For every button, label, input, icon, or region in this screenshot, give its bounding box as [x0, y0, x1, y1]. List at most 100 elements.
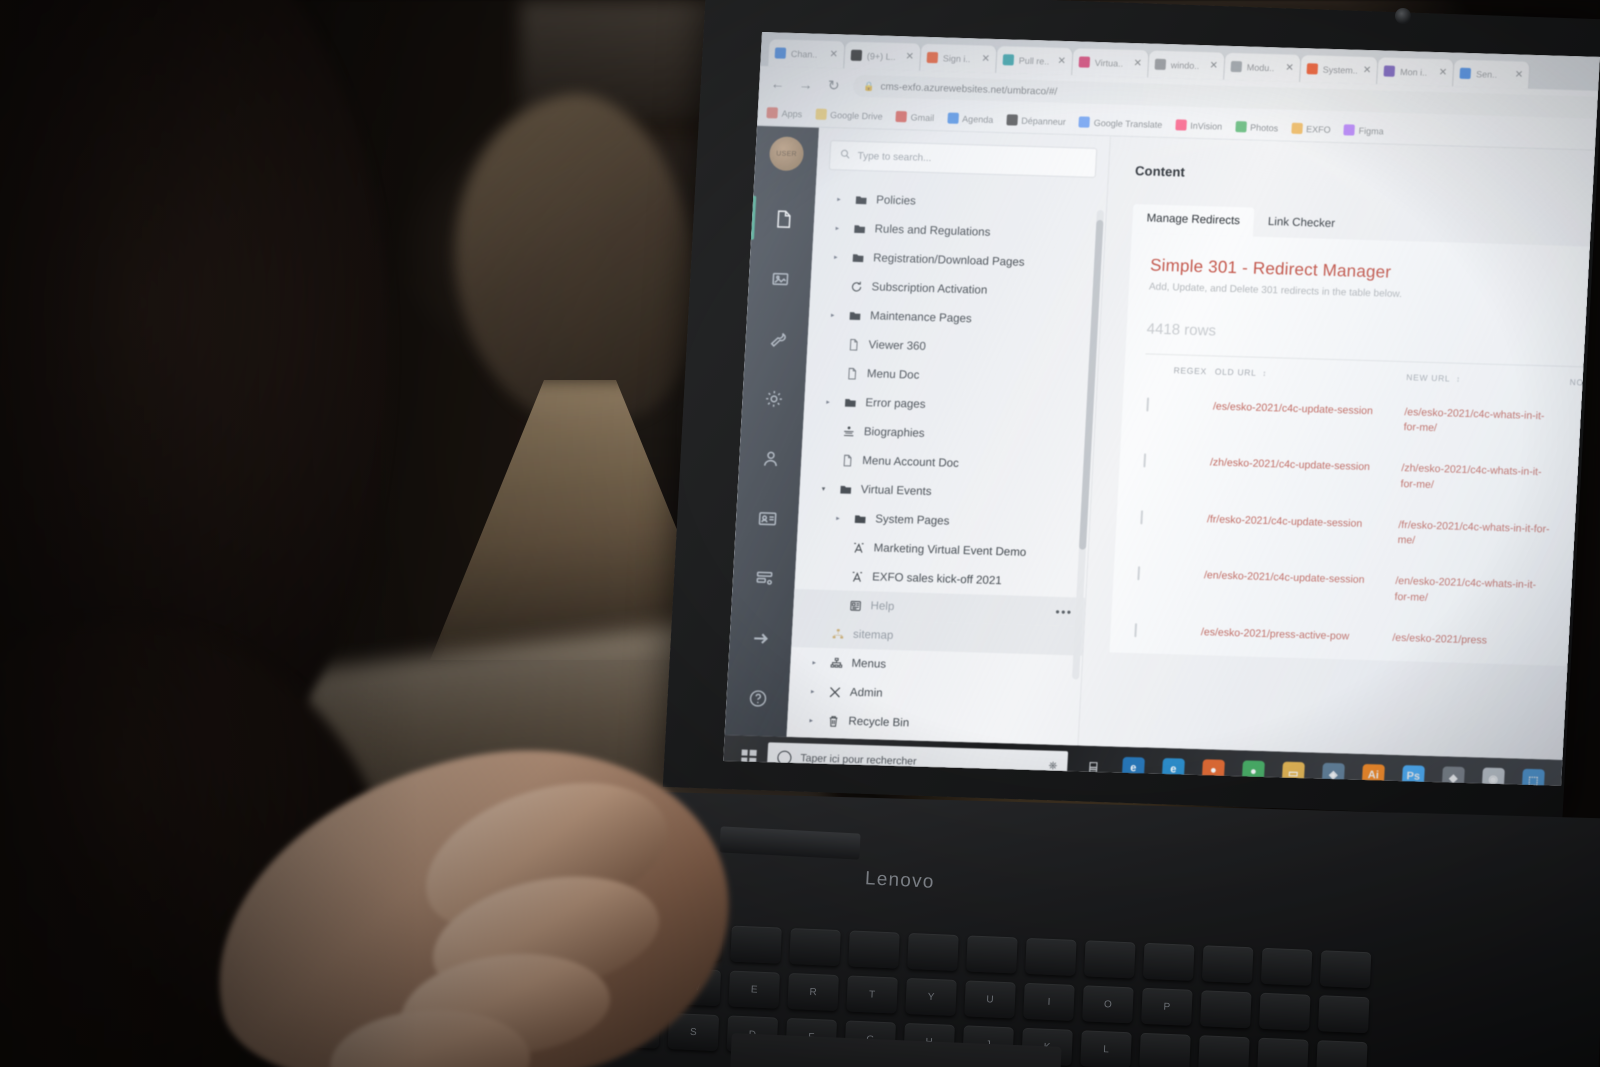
content-tab[interactable]: Manage Redirects: [1131, 204, 1255, 237]
keyboard-key[interactable]: [848, 930, 900, 969]
content-tab[interactable]: Link Checker: [1253, 208, 1350, 240]
row-checkbox-cell[interactable]: [1141, 384, 1169, 441]
members-icon[interactable]: [735, 487, 800, 549]
browser-tab[interactable]: Mon i.. ✕: [1377, 57, 1455, 87]
browser-tab[interactable]: Chan.. ✕: [768, 39, 846, 69]
keyboard-key[interactable]: U: [964, 980, 1016, 1019]
content-icon[interactable]: [751, 188, 816, 250]
browser-tab[interactable]: System.. ✕: [1300, 55, 1379, 85]
bookmark-item[interactable]: Gmail: [895, 110, 935, 123]
keyboard-key[interactable]: E: [728, 970, 780, 1009]
keyboard-key[interactable]: [1198, 1035, 1250, 1067]
bookmark-item[interactable]: Google Drive: [814, 108, 883, 122]
keyboard-key[interactable]: [1317, 995, 1370, 1034]
tab-close-icon[interactable]: ✕: [981, 54, 990, 65]
bookmark-item[interactable]: Dépanneur: [1005, 114, 1066, 127]
tree-node-options-icon[interactable]: •••: [1055, 604, 1073, 618]
xd-icon[interactable]: ◆: [1432, 756, 1474, 786]
tree-node-caret-icon[interactable]: ▸: [837, 195, 845, 203]
users-icon[interactable]: [738, 427, 803, 489]
tree-node-caret-icon[interactable]: ▾: [822, 484, 830, 492]
browser-tab[interactable]: windo.. ✕: [1148, 50, 1226, 80]
media-icon[interactable]: [747, 248, 812, 310]
keyboard-key[interactable]: [1200, 990, 1252, 1029]
keyboard-key[interactable]: [730, 925, 782, 964]
browser-tab[interactable]: Pull re.. ✕: [996, 45, 1074, 76]
keyboard-key[interactable]: [1319, 950, 1372, 989]
tab-close-icon[interactable]: ✕: [1439, 67, 1448, 78]
keyboard-key[interactable]: [1260, 947, 1313, 986]
help-icon[interactable]: [725, 667, 790, 729]
search-input[interactable]: Type to search...: [828, 140, 1098, 178]
tree-node-caret-icon[interactable]: ▸: [834, 253, 842, 261]
col-new-url[interactable]: NEW URL ↕: [1401, 361, 1567, 397]
row-checkbox-cell[interactable]: [1138, 441, 1166, 498]
forward-button[interactable]: →: [797, 76, 815, 93]
col-regex[interactable]: REGEX: [1168, 354, 1212, 387]
avatar[interactable]: USER: [768, 136, 805, 172]
keyboard-key[interactable]: [1257, 1037, 1309, 1067]
bookmark-item[interactable]: InVision: [1175, 119, 1222, 131]
bookmark-item[interactable]: Photos: [1234, 121, 1279, 133]
keyboard-key[interactable]: Y: [905, 977, 957, 1016]
browser-tab[interactable]: Virtua.. ✕: [1072, 48, 1150, 78]
vscode-icon[interactable]: ⬚: [1512, 758, 1554, 786]
tab-close-icon[interactable]: ✕: [1133, 58, 1142, 69]
browser-tab[interactable]: Modu.. ✕: [1224, 52, 1302, 82]
row-checkbox[interactable]: [1137, 566, 1141, 581]
back-button[interactable]: ←: [769, 75, 787, 92]
keyboard-key[interactable]: [966, 935, 1018, 974]
keyboard-key[interactable]: [1143, 942, 1195, 981]
tab-close-icon[interactable]: ✕: [1363, 65, 1372, 76]
tab-close-icon[interactable]: ✕: [905, 51, 914, 62]
tree-node-caret-icon[interactable]: ▸: [826, 397, 834, 405]
row-checkbox[interactable]: [1143, 453, 1147, 468]
row-checkbox[interactable]: [1134, 622, 1138, 637]
keyboard-key[interactable]: [1259, 992, 1311, 1031]
bookmark-item[interactable]: Google Translate: [1078, 116, 1163, 129]
keyboard-key[interactable]: [907, 932, 959, 972]
tree-node-caret-icon[interactable]: ▸: [812, 658, 820, 666]
tree-node-caret-icon[interactable]: ▸: [835, 224, 843, 232]
gear-icon[interactable]: [741, 368, 806, 430]
tab-close-icon[interactable]: ✕: [829, 49, 838, 60]
bookmark-item[interactable]: Agenda: [946, 112, 994, 125]
browser-tab[interactable]: Sign i.. ✕: [920, 43, 998, 73]
row-checkbox[interactable]: [1146, 397, 1150, 412]
tree-node-caret-icon[interactable]: ▸: [809, 716, 817, 724]
reload-button[interactable]: ↻: [825, 76, 843, 93]
tab-close-icon[interactable]: ✕: [1209, 60, 1218, 71]
keyboard-key[interactable]: R: [787, 972, 839, 1012]
redirects-arrow-icon[interactable]: [728, 607, 793, 669]
row-checkbox-cell[interactable]: [1130, 610, 1157, 652]
keyboard-key[interactable]: T: [846, 975, 898, 1014]
keyboard-key[interactable]: [1139, 1032, 1191, 1067]
row-checkbox[interactable]: [1140, 510, 1144, 525]
forms-icon[interactable]: [731, 547, 796, 609]
row-checkbox-cell[interactable]: [1135, 497, 1163, 554]
tab-close-icon[interactable]: ✕: [1285, 63, 1294, 74]
bookmark-item[interactable]: Figma: [1343, 124, 1384, 136]
browser-tab[interactable]: (9+) L.. ✕: [844, 41, 922, 71]
keyboard-key[interactable]: [1025, 937, 1077, 976]
keyboard-key[interactable]: [1201, 945, 1254, 984]
keyboard-key[interactable]: L: [1080, 1030, 1132, 1067]
bookmark-item[interactable]: EXFO: [1290, 122, 1331, 135]
settings-wrench-icon[interactable]: [744, 308, 809, 370]
microphone-icon[interactable]: ⎈: [1048, 759, 1057, 772]
keyboard-key[interactable]: O: [1082, 985, 1134, 1024]
keyboard-key[interactable]: P: [1141, 987, 1193, 1026]
tree-node-caret-icon[interactable]: ▸: [811, 687, 819, 695]
bookmark-item[interactable]: Apps: [766, 107, 802, 119]
keyboard-key[interactable]: [1084, 940, 1136, 979]
tree-node-caret-icon[interactable]: ▸: [836, 514, 844, 522]
sort-icon-old[interactable]: ↕: [1259, 369, 1267, 378]
tree-node-caret-icon[interactable]: ▸: [831, 311, 839, 319]
keyboard-key[interactable]: [789, 927, 841, 967]
sort-icon-new[interactable]: ↕: [1453, 375, 1461, 384]
keyboard-key[interactable]: I: [1023, 982, 1075, 1021]
tab-close-icon[interactable]: ✕: [1057, 56, 1066, 67]
tab-close-icon[interactable]: ✕: [1515, 69, 1524, 80]
keyboard-key[interactable]: [1316, 1040, 1368, 1067]
browser-tab[interactable]: Sen.. ✕: [1453, 59, 1531, 89]
